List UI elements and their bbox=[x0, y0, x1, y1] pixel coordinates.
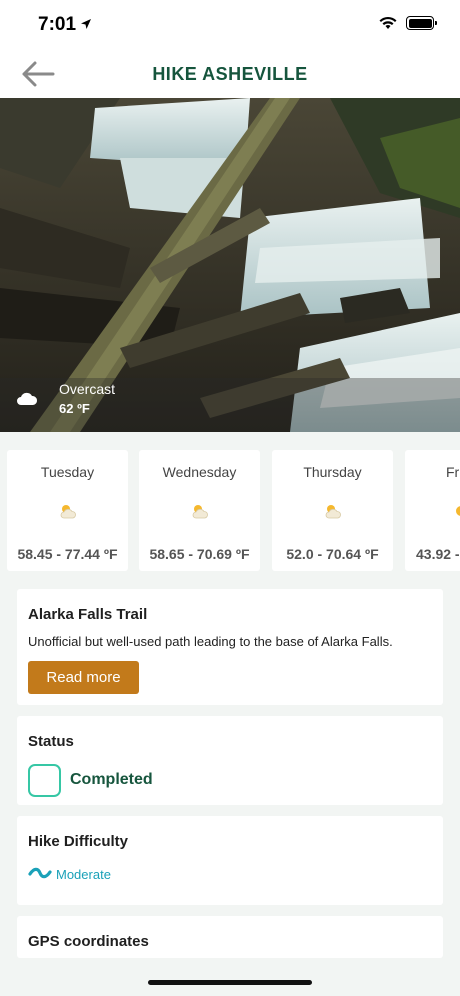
partly-cloudy-icon bbox=[272, 502, 393, 525]
weather-temperature: 62 ºF bbox=[59, 401, 90, 416]
forecast-card: Thursday 52.0 - 70.64 ºF bbox=[272, 450, 393, 571]
gps-card: GPS coordinates bbox=[17, 916, 443, 958]
page-title: HIKE ASHEVILLE bbox=[152, 64, 308, 84]
home-indicator bbox=[148, 980, 312, 985]
status-card: Status Completed bbox=[17, 716, 443, 805]
forecast-card: Wednesday 58.65 - 70.69 ºF bbox=[139, 450, 260, 571]
forecast-day: Wednesday bbox=[162, 464, 237, 480]
read-more-button[interactable]: Read more bbox=[28, 661, 139, 694]
forecast-day: Fr bbox=[446, 464, 460, 480]
hero-image: Overcast 62 ºF bbox=[0, 98, 460, 432]
partly-cloudy-icon bbox=[7, 502, 128, 525]
forecast-temperature-range: 52.0 - 70.64 ºF bbox=[286, 546, 379, 562]
status-value: Completed bbox=[70, 771, 153, 788]
forecast-temperature-range: 58.65 - 70.69 ºF bbox=[149, 546, 250, 562]
trail-description: Unofficial but well-used path leading to… bbox=[28, 634, 393, 649]
difficulty-value: Moderate bbox=[56, 867, 111, 882]
forecast-temperature-range: 43.92 - bbox=[416, 546, 460, 562]
sunny-icon bbox=[405, 502, 460, 525]
difficulty-card: Hike Difficulty Moderate bbox=[17, 816, 443, 905]
forecast-day: Thursday bbox=[303, 464, 362, 480]
cloud-icon bbox=[17, 392, 38, 405]
current-weather: Overcast 62 ºF bbox=[0, 378, 460, 432]
completed-checkbox[interactable] bbox=[28, 764, 61, 797]
weather-condition: Overcast bbox=[59, 381, 116, 397]
forecast-day: Tuesday bbox=[40, 464, 95, 480]
difficulty-title: Hike Difficulty bbox=[28, 833, 129, 850]
trail-card: Alarka Falls Trail Unofficial but well-u… bbox=[17, 589, 443, 705]
forecast-card: Tuesday 58.45 - 77.44 ºF bbox=[7, 450, 128, 571]
status-time: 7:01 bbox=[38, 14, 77, 35]
partly-cloudy-icon bbox=[139, 502, 260, 525]
forecast-strip[interactable]: Tuesday 58.45 - 77.44 ºF Wednesday 58.65… bbox=[0, 448, 460, 574]
forecast-temperature-range: 58.45 - 77.44 ºF bbox=[17, 546, 118, 562]
location-arrow-icon bbox=[81, 19, 91, 29]
trail-name: Alarka Falls Trail bbox=[28, 606, 148, 623]
battery-icon bbox=[406, 16, 437, 30]
wave-icon bbox=[28, 867, 52, 879]
wifi-icon bbox=[379, 16, 397, 29]
gps-title: GPS coordinates bbox=[28, 933, 149, 950]
forecast-card: Fr 43.92 - bbox=[405, 450, 460, 571]
status-title: Status bbox=[28, 733, 74, 750]
status-bar: 7:01 bbox=[0, 0, 460, 50]
nav-bar: HIKE ASHEVILLE bbox=[0, 50, 460, 98]
status-indicators bbox=[378, 16, 437, 30]
